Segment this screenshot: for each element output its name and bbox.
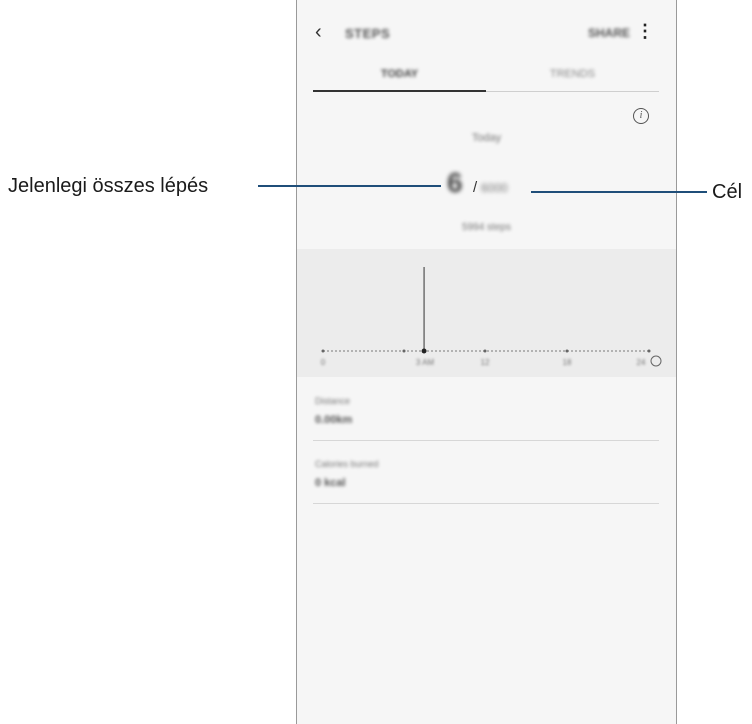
page-title: STEPS <box>345 26 391 41</box>
share-button[interactable]: SHARE <box>588 26 630 40</box>
tab-trends[interactable]: TRENDS <box>486 68 659 80</box>
axis-tick-label: 24 <box>637 358 646 367</box>
target-steps[interactable]: 6000 <box>481 181 508 195</box>
steps-chart: 0 3 AM 12 18 24 <box>297 249 676 377</box>
axis-tick <box>321 349 325 353</box>
axis-tick <box>565 349 569 353</box>
period-label: Today <box>471 132 502 144</box>
app-header: ‹ STEPS SHARE ⋮ <box>297 0 676 64</box>
stat-label: Calories burned <box>315 459 379 469</box>
stat-label: Distance <box>315 396 351 406</box>
current-time-dot <box>421 348 427 354</box>
stats-list: Distance 0.00km Calories burned 0 kcal <box>313 378 659 504</box>
axis-tick-label: 0 <box>321 358 326 367</box>
stat-value: 0 kcal <box>315 477 346 489</box>
current-steps: 6 <box>447 167 463 198</box>
back-icon[interactable]: ‹ <box>315 22 322 42</box>
axis-tick <box>647 349 651 353</box>
info-icon[interactable]: i <box>633 108 649 124</box>
active-tab-indicator <box>313 90 486 92</box>
axis-tick-label: 3 AM <box>416 358 435 367</box>
axis-tick <box>483 349 487 353</box>
callout-current-steps-text: Jelenlegi összes lépés <box>8 175 209 197</box>
steps-separator: / <box>473 179 478 196</box>
callout-target-text: Cél <box>712 181 743 203</box>
tab-today[interactable]: TODAY <box>313 68 486 80</box>
chart-svg: 0 3 AM 12 18 24 <box>321 267 662 367</box>
axis-tick-label: 18 <box>563 358 572 367</box>
stat-distance: Distance 0.00km <box>313 378 659 441</box>
more-options-icon[interactable]: ⋮ <box>636 22 654 40</box>
callout-current-steps-line <box>258 185 441 187</box>
phone-screen: ‹ STEPS SHARE ⋮ TODAY TRENDS i Today 6 /… <box>296 0 677 724</box>
remaining-steps: 5994 steps <box>462 222 511 233</box>
clock-icon <box>650 355 662 367</box>
tab-bar: TODAY TRENDS <box>313 64 659 94</box>
callout-target-line <box>531 191 707 193</box>
stat-calories: Calories burned 0 kcal <box>313 441 659 504</box>
stat-value: 0.00km <box>315 414 353 426</box>
axis-tick <box>402 349 406 353</box>
axis-tick-label: 12 <box>481 358 490 367</box>
